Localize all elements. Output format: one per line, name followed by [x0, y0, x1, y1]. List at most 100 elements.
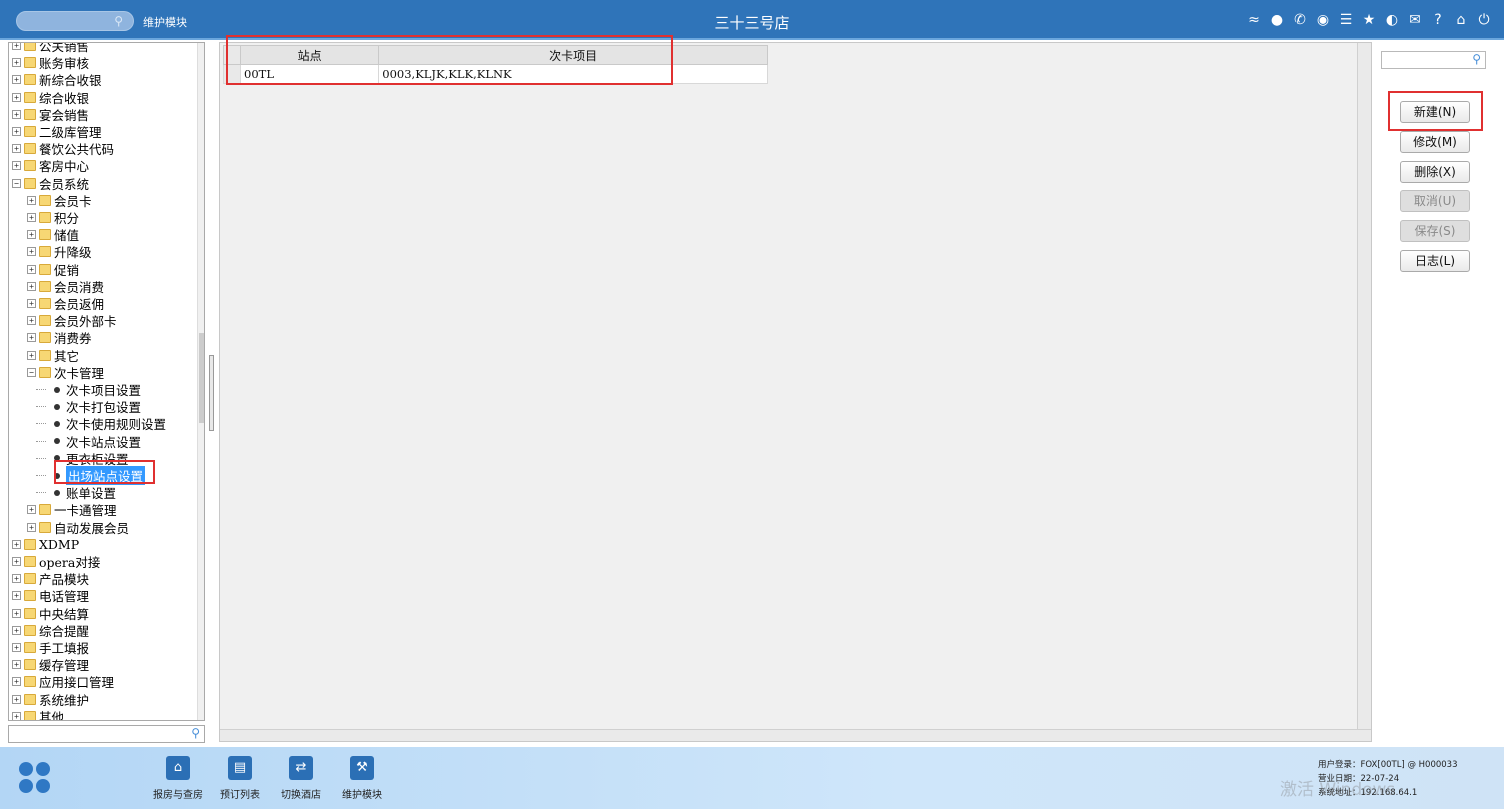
- room-status-button[interactable]: ⌂ 报房与查房: [148, 756, 208, 801]
- cancel-button[interactable]: 取消(U): [1400, 190, 1470, 212]
- expand-icon[interactable]: +: [12, 127, 21, 136]
- delete-button[interactable]: 删除(X): [1400, 161, 1470, 183]
- moon-icon[interactable]: ◐: [1384, 12, 1400, 28]
- tree-folder-item[interactable]: + 储值: [27, 226, 79, 243]
- app-logo[interactable]: [19, 762, 51, 794]
- expand-icon[interactable]: +: [27, 522, 36, 532]
- tree-folder-item[interactable]: + 会员返佣: [27, 295, 104, 312]
- tree-folder-item[interactable]: − 会员系统: [12, 175, 89, 192]
- expand-icon[interactable]: +: [12, 694, 21, 704]
- expand-icon[interactable]: +: [12, 58, 21, 68]
- expand-icon[interactable]: +: [12, 43, 21, 50]
- maintenance-module-button[interactable]: ⚒ 维护模块: [332, 756, 392, 801]
- expand-icon[interactable]: +: [12, 660, 21, 670]
- expand-icon[interactable]: +: [27, 264, 36, 274]
- tree-folder-item[interactable]: + 积分: [27, 209, 79, 226]
- expand-icon[interactable]: +: [12, 144, 21, 154]
- tree-folder-item[interactable]: + opera对接: [12, 553, 100, 570]
- reservation-list-button[interactable]: ▤ 预订列表: [210, 756, 270, 801]
- tree-folder-item[interactable]: + 产品模块: [12, 570, 89, 587]
- expand-icon[interactable]: +: [27, 213, 36, 222]
- star-icon[interactable]: ★: [1361, 12, 1377, 28]
- chat-icon[interactable]: ●: [1269, 12, 1285, 28]
- expand-icon[interactable]: +: [12, 109, 21, 119]
- tree-folder-item[interactable]: − 次卡管理: [27, 364, 104, 381]
- expand-icon[interactable]: +: [12, 557, 21, 566]
- tree-search-input[interactable]: ⚲: [8, 725, 205, 743]
- tree-folder-item[interactable]: + 账务审核: [12, 54, 89, 71]
- switch-hotel-button[interactable]: ⇄ 切换酒店: [271, 756, 331, 801]
- expand-icon[interactable]: +: [12, 643, 21, 652]
- phone-icon[interactable]: ✆: [1292, 12, 1308, 28]
- tree-folder-item[interactable]: + 升降级: [27, 243, 92, 260]
- help-icon[interactable]: ?: [1430, 12, 1446, 28]
- tree-folder-item[interactable]: + 其它: [27, 347, 79, 364]
- tree-folder-item[interactable]: + 二级库管理: [12, 123, 102, 140]
- expand-icon[interactable]: +: [27, 505, 36, 515]
- tree-folder-item[interactable]: + 自动发展会员: [27, 519, 129, 536]
- panel-splitter[interactable]: [209, 355, 214, 431]
- tree-folder-item[interactable]: + 公关销售: [12, 43, 89, 54]
- tree-folder-item[interactable]: + 客房中心: [12, 157, 89, 174]
- tree-folder-item[interactable]: + 餐饮公共代码: [12, 140, 114, 157]
- mail-icon[interactable]: ✉: [1407, 12, 1423, 28]
- search-icon[interactable]: ⚲: [1472, 52, 1481, 66]
- tree-leaf-item[interactable]: 账单设置: [36, 484, 116, 501]
- tree-folder-item[interactable]: + 促销: [27, 261, 79, 278]
- expand-icon[interactable]: +: [27, 230, 36, 240]
- tree-folder-item[interactable]: + 电话管理: [12, 587, 89, 604]
- power-icon[interactable]: ⏻: [1476, 12, 1492, 28]
- expand-icon[interactable]: +: [12, 677, 21, 687]
- menu-icon[interactable]: ☰: [1338, 12, 1354, 28]
- tree-folder-item[interactable]: + 一卡通管理: [27, 501, 117, 518]
- expand-icon[interactable]: +: [12, 574, 21, 584]
- save-button[interactable]: 保存(S): [1400, 220, 1470, 242]
- expand-icon[interactable]: +: [27, 299, 36, 308]
- search-icon[interactable]: ⚲: [191, 726, 200, 740]
- tree-scrollbar[interactable]: [197, 43, 204, 720]
- tree-folder-item[interactable]: + 消费券: [27, 329, 92, 346]
- tree-leaf-item[interactable]: 次卡项目设置: [36, 381, 141, 398]
- tree-folder-item[interactable]: + 综合收银: [12, 89, 89, 106]
- wifi-icon[interactable]: ≈: [1246, 12, 1262, 28]
- expand-icon[interactable]: +: [12, 608, 21, 618]
- grid-search-input[interactable]: ⚲: [1381, 51, 1486, 69]
- grid-horizontal-scrollbar[interactable]: [220, 729, 1371, 741]
- tree-folder-item[interactable]: + 缓存管理: [12, 656, 89, 673]
- tree-folder-item[interactable]: + 系统维护: [12, 691, 89, 708]
- edit-button[interactable]: 修改(M): [1400, 131, 1470, 153]
- home-icon[interactable]: ⌂: [1453, 12, 1469, 28]
- expand-icon[interactable]: +: [12, 625, 21, 635]
- collapse-icon[interactable]: −: [12, 178, 21, 188]
- expand-icon[interactable]: +: [27, 350, 36, 360]
- expand-icon[interactable]: +: [27, 247, 36, 257]
- module-search-input[interactable]: ⚲: [16, 11, 134, 31]
- log-button[interactable]: 日志(L): [1400, 250, 1470, 272]
- expand-icon[interactable]: +: [27, 281, 36, 291]
- tree-folder-item[interactable]: + 中央结算: [12, 605, 89, 622]
- expand-icon[interactable]: +: [12, 75, 21, 85]
- expand-icon[interactable]: +: [27, 333, 36, 343]
- tree-folder-item[interactable]: + 综合提醒: [12, 622, 89, 639]
- tree-scrollbar-thumb[interactable]: [199, 333, 204, 423]
- tree-folder-item[interactable]: + 手工填报: [12, 639, 89, 656]
- expand-icon[interactable]: +: [12, 591, 21, 601]
- expand-icon[interactable]: +: [12, 711, 21, 720]
- tree-folder-item[interactable]: + 新综合收银: [12, 71, 102, 88]
- tree-folder-item[interactable]: + 会员消费: [27, 278, 104, 295]
- collapse-icon[interactable]: −: [27, 367, 36, 377]
- expand-icon[interactable]: +: [12, 539, 21, 549]
- expand-icon[interactable]: +: [27, 316, 36, 326]
- tree-folder-item[interactable]: + 宴会销售: [12, 106, 89, 123]
- search-icon[interactable]: ⚲: [114, 14, 123, 28]
- tree-folder-item[interactable]: + 其他: [12, 708, 64, 720]
- tree-leaf-item[interactable]: 次卡使用规则设置: [36, 415, 166, 432]
- palette-icon[interactable]: ◉: [1315, 12, 1331, 28]
- tree-leaf-item[interactable]: 次卡站点设置: [36, 433, 141, 450]
- tree-folder-item[interactable]: + 会员外部卡: [27, 312, 117, 329]
- tree-leaf-item[interactable]: 次卡打包设置: [36, 398, 141, 415]
- expand-icon[interactable]: +: [12, 92, 21, 102]
- expand-icon[interactable]: +: [12, 161, 21, 171]
- grid-vertical-scrollbar[interactable]: [1357, 43, 1371, 729]
- tree-folder-item[interactable]: + 会员卡: [27, 192, 92, 209]
